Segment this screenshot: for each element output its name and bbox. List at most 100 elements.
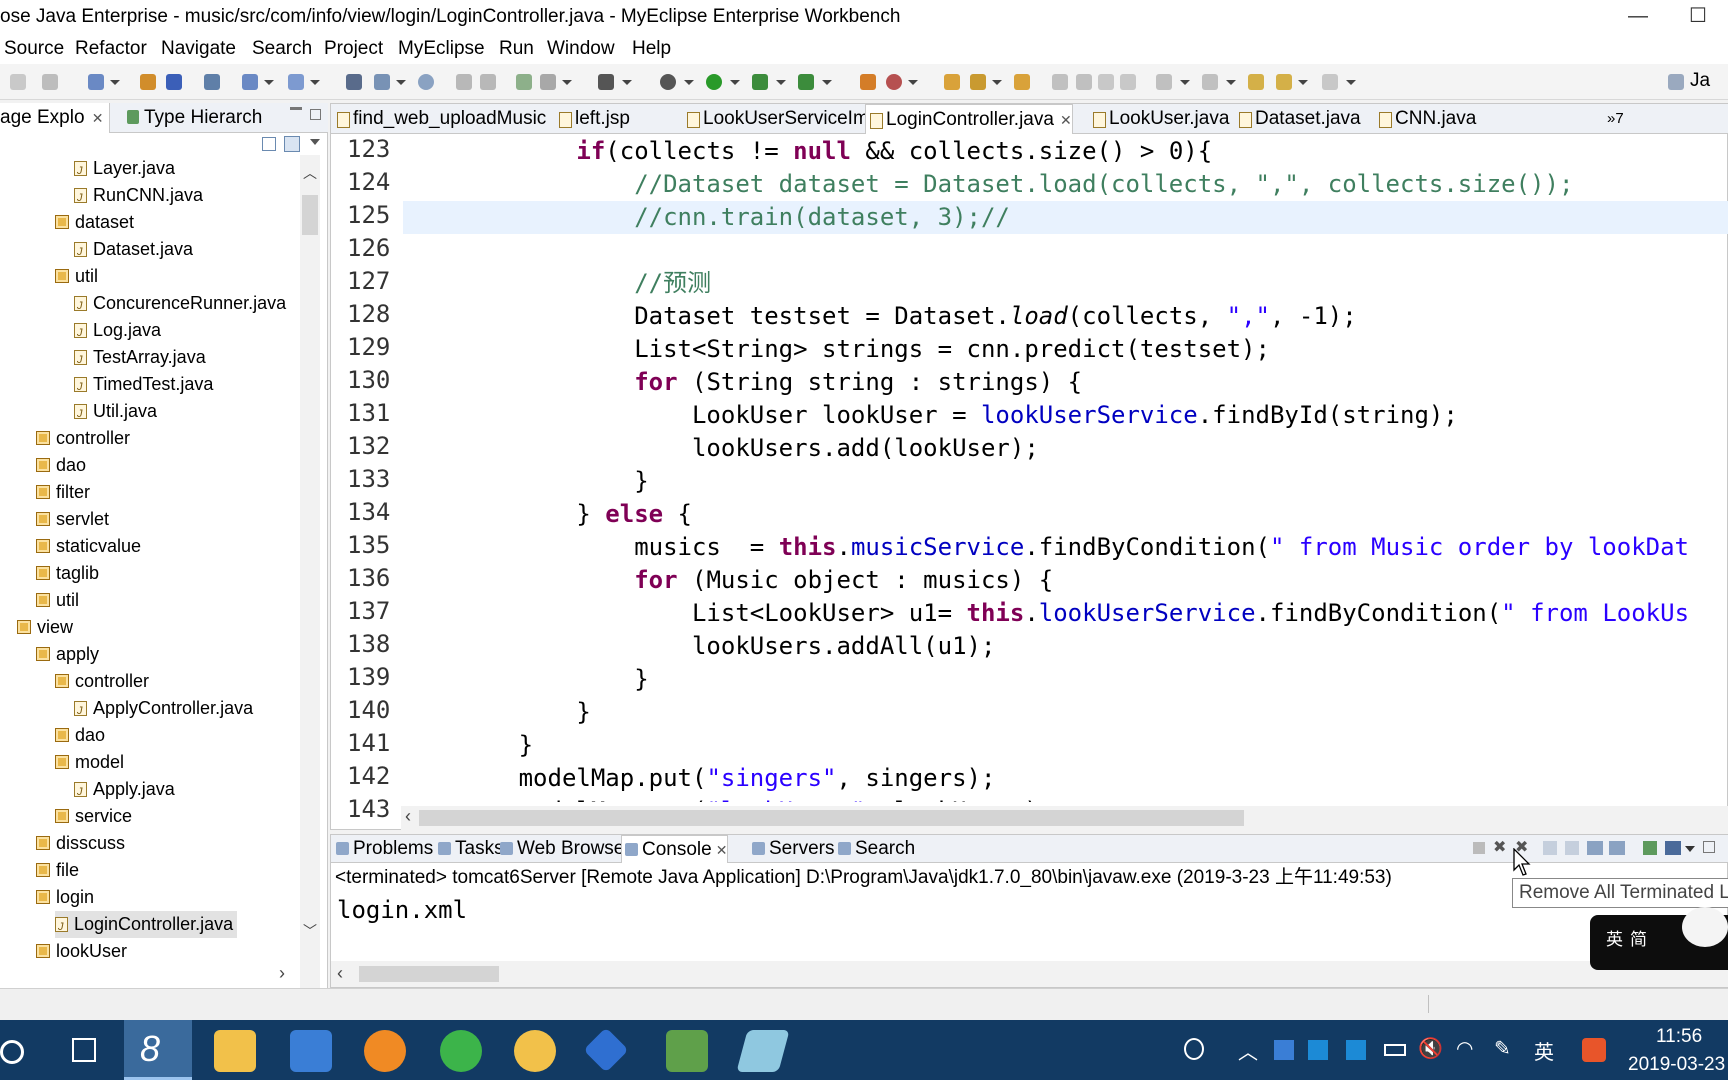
code-line[interactable]: //Dataset dataset = Dataset.load(collect… [403,168,1728,201]
new-icon[interactable] [10,74,26,90]
tree-node[interactable]: controller [55,668,149,695]
format-icon[interactable] [480,74,496,90]
code-line[interactable]: } [403,729,1728,762]
show-console-icon[interactable] [1587,841,1603,855]
pen-tray-icon[interactable]: ✎ [1494,1036,1511,1061]
tree-node[interactable]: dataset [55,209,134,236]
console-tab[interactable]: Search [835,835,915,863]
code-line[interactable]: modelMap.put("lookUsers", lookUsers); [403,795,1728,802]
tree-node[interactable]: disscuss [36,830,125,857]
scroll-thumb[interactable] [302,195,318,235]
scroll-up-icon[interactable]: ︿ [303,163,317,183]
tree-node[interactable]: view [17,614,73,641]
connect-icon[interactable] [540,74,556,90]
pin-console-icon[interactable] [1609,841,1625,855]
db-icon[interactable] [516,74,532,90]
code-line[interactable]: musics = this.musicService.findByConditi… [403,531,1728,564]
taskbar-app-myeclipse[interactable]: 8 [124,1020,192,1080]
console-tab[interactable]: Console ✕ [621,835,729,863]
prev-annotation-icon[interactable] [1202,74,1218,90]
code-line[interactable]: Dataset testset = Dataset.load(collects,… [403,300,1728,333]
next-annotation-icon[interactable] [1156,74,1172,90]
tree-vertical-scrollbar[interactable]: ︿ ﹀ [300,155,320,1060]
debug-icon[interactable] [660,74,676,90]
scroll-thumb[interactable] [419,810,1244,826]
annotation-icon[interactable] [1052,74,1068,90]
scroll-right-icon[interactable]: › [279,963,285,984]
tree-node[interactable]: servlet [36,506,109,533]
console-tab[interactable]: Servers [749,835,834,863]
cortana-icon[interactable] [0,1040,24,1064]
task-view-icon[interactable] [72,1038,96,1062]
code-area[interactable]: if(collects != null && collects.size() >… [403,135,1728,802]
mark-icon[interactable] [1076,74,1092,90]
code-line[interactable]: } [403,663,1728,696]
gear-icon[interactable] [886,74,902,90]
tree-node[interactable]: Log.java [74,317,161,347]
tree-node[interactable]: login [36,884,94,911]
external-tools-icon[interactable] [798,74,814,90]
menu-run[interactable]: Run [499,34,534,64]
battery-icon[interactable] [1384,1044,1406,1056]
minimize-view-icon[interactable] [290,107,302,110]
run-history-icon[interactable] [752,74,768,90]
console-tab[interactable]: Tasks [435,835,504,863]
menu-search[interactable]: Search [252,34,312,64]
code-line[interactable] [403,234,1728,267]
dropdown-icon[interactable] [1685,846,1695,852]
qq-icon[interactable] [514,1030,556,1072]
pen-icon[interactable] [970,74,986,90]
close-icon[interactable]: ✕ [1060,112,1072,128]
editor-tab[interactable]: left.jsp [555,104,630,134]
tree-node[interactable]: ApplyController.java [74,695,253,725]
music-player-icon[interactable] [364,1030,406,1072]
save-icon[interactable] [42,74,58,90]
tree-node[interactable]: dao [55,722,105,749]
clock-time[interactable]: 11:56 [1656,1026,1702,1048]
camera-icon[interactable] [598,74,614,90]
menu-myeclipse[interactable]: MyEclipse [398,34,485,64]
console-horizontal-scrollbar[interactable]: ‹ [331,961,1728,987]
code-line[interactable]: LookUser lookUser = lookUserService.find… [403,399,1728,432]
tab-type-hierarchy[interactable]: Type Hierarch [124,103,262,133]
scroll-thumb[interactable] [359,966,499,982]
new-wizard-icon[interactable] [88,74,104,90]
tree-node[interactable]: Apply.java [74,776,175,806]
console-tab[interactable]: Problems [333,835,433,863]
editor-tab[interactable]: CNN.java [1375,104,1476,134]
close-icon[interactable]: ✕ [92,110,104,126]
tray-icon-1[interactable] [1274,1040,1294,1060]
browser-icon[interactable] [288,74,304,90]
volume-muted-icon[interactable]: 🔇 [1418,1036,1443,1061]
code-line[interactable]: List<LookUser> u1= this.lookUserService.… [403,597,1728,630]
menu-source[interactable]: Source [4,34,64,64]
tree-node[interactable]: LoginController.java [55,911,238,941]
sogou-icon[interactable] [1582,1038,1606,1062]
class-icon[interactable] [166,74,182,90]
maximize-view-icon[interactable] [310,109,321,120]
tree-node[interactable]: RunCNN.java [74,182,203,212]
open-console-icon[interactable] [1643,841,1657,855]
terminate-icon[interactable] [1473,842,1485,854]
tree-node[interactable]: Util.java [74,398,157,428]
tray-icon-3[interactable] [1346,1040,1366,1060]
console-tab[interactable]: Web Browser [497,835,631,863]
editor-tab[interactable]: LoginController.java ✕ [865,104,1073,134]
ime-floating-widget[interactable]: 英 简 [1590,907,1728,970]
open-folder-icon[interactable] [944,74,960,90]
code-line[interactable]: //预测 [403,267,1728,300]
tree-node[interactable]: service [55,803,132,830]
photos-icon[interactable] [290,1030,332,1072]
maximize-view-icon[interactable] [1703,841,1715,853]
display-console-icon[interactable] [1665,841,1681,855]
open-resource-icon[interactable] [374,74,390,90]
menu-navigate[interactable]: Navigate [161,34,236,64]
perspective-icon[interactable] [1668,74,1684,90]
package-icon[interactable] [140,74,156,90]
block-icon[interactable] [1098,74,1114,90]
scroll-left-icon[interactable]: ‹ [405,806,411,827]
browser-app-icon[interactable] [440,1030,482,1072]
edit-icon[interactable] [456,74,472,90]
tree-node[interactable]: Dataset.java [74,236,193,266]
chevron-up-icon[interactable]: ︿ [1238,1036,1258,1065]
